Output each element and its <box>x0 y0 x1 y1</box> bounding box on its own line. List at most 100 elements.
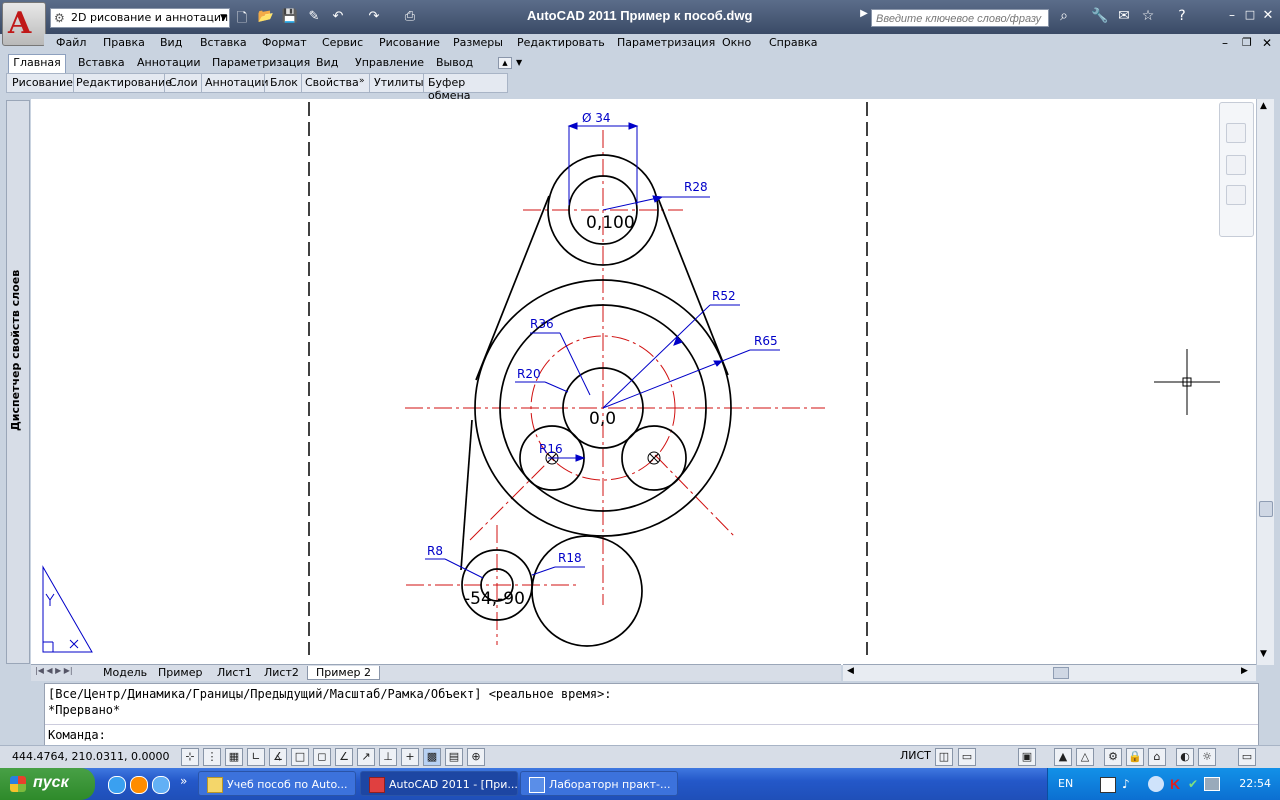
monitor-icon[interactable] <box>1204 777 1220 791</box>
binoculars-icon[interactable]: ⌕ <box>1054 8 1074 24</box>
scroll-up-icon[interactable]: ▲ <box>1260 101 1267 111</box>
transparency-icon[interactable]: ▩ <box>423 748 441 766</box>
infer-constraints-icon[interactable]: ⊹ <box>181 748 199 766</box>
dim-r18[interactable]: R18 <box>558 551 582 565</box>
pan-hand-icon[interactable] <box>1226 155 1246 175</box>
panel-utilities[interactable]: Утилиты <box>374 76 424 89</box>
media-player-icon[interactable] <box>130 776 148 794</box>
close-icon[interactable]: ✕ <box>1258 8 1278 23</box>
dim-diameter-34[interactable]: Ø 34 <box>582 111 611 125</box>
dim-r52[interactable]: R52 <box>712 289 736 303</box>
panel-modify[interactable]: Редактирование <box>76 76 172 89</box>
scroll-thumb[interactable] <box>1259 501 1273 517</box>
chevron-down-icon[interactable]: ▼ <box>516 55 522 71</box>
snap-mode-icon[interactable]: ⋮ <box>203 748 221 766</box>
quick-launch-expand-icon[interactable]: » <box>180 774 187 788</box>
tab-manage[interactable]: Управление <box>355 55 424 71</box>
otrack-icon[interactable]: ∠ <box>335 748 353 766</box>
save-icon[interactable]: 💾 <box>280 9 300 24</box>
help-tray-icon[interactable] <box>1100 777 1116 793</box>
hardware-acceleration-icon[interactable]: ⌂ <box>1148 748 1166 766</box>
quick-view-layouts-icon[interactable]: ◫ <box>935 748 953 766</box>
dynamic-input-icon[interactable]: ⊥ <box>379 748 397 766</box>
menu-window[interactable]: Окно <box>722 36 751 49</box>
doc-minimize-icon[interactable]: – <box>1222 36 1228 50</box>
tray-expand-icon[interactable] <box>1148 776 1164 792</box>
panel-properties[interactable]: Свойства <box>305 76 359 89</box>
point-label-top[interactable]: 0,100 <box>586 213 635 233</box>
object-snap-icon[interactable]: □ <box>291 748 309 766</box>
command-prompt[interactable]: Команда: <box>48 728 106 742</box>
browser-icon[interactable] <box>152 776 170 794</box>
tab-home[interactable]: Главная <box>8 54 66 73</box>
favorites-star-icon[interactable]: ☆ <box>1138 8 1158 24</box>
ortho-mode-icon[interactable]: ∟ <box>247 748 265 766</box>
wrench-icon[interactable]: 🔧 <box>1090 8 1110 24</box>
menu-file[interactable]: Файл <box>56 36 86 49</box>
annotation-visibility-icon[interactable]: △ <box>1076 748 1094 766</box>
maximize-viewport-icon[interactable]: ▣ <box>1018 748 1036 766</box>
lineweight-icon[interactable]: + <box>401 748 419 766</box>
menu-insert[interactable]: Вставка <box>200 36 247 49</box>
menu-view[interactable]: Вид <box>160 36 182 49</box>
panel-block[interactable]: Блок <box>270 76 298 89</box>
dim-r16[interactable]: R16 <box>539 442 563 456</box>
ducs-icon[interactable]: ↗ <box>357 748 375 766</box>
undo-icon[interactable]: ↶ <box>328 9 348 24</box>
tab-nav-first-icon[interactable]: |◀ ◀ ▶ ▶| <box>35 666 73 675</box>
workspace-switching-icon[interactable]: ⚙ <box>1104 748 1122 766</box>
vertical-scrollbar[interactable]: ▲ ▼ <box>1256 99 1274 665</box>
lock-ui-icon[interactable]: 🔒 <box>1126 748 1144 766</box>
tab-insert[interactable]: Вставка <box>78 55 125 71</box>
tab-view[interactable]: Вид <box>316 55 338 71</box>
layout-tab-sheet1[interactable]: Лист1 <box>217 666 252 679</box>
help-icon[interactable]: ? <box>1172 8 1192 24</box>
ribbon-toggle-icon[interactable]: ▲ <box>498 57 512 69</box>
isolate-objects-icon[interactable]: ◐ <box>1176 748 1194 766</box>
steering-wheel-icon[interactable] <box>1226 123 1246 143</box>
zoom-icon[interactable] <box>1226 185 1246 205</box>
polar-tracking-icon[interactable]: ∡ <box>269 748 287 766</box>
menu-format[interactable]: Формат <box>262 36 307 49</box>
menu-parametric[interactable]: Параметризация <box>617 36 715 49</box>
lightbulb-icon[interactable]: ☼ <box>1198 748 1216 766</box>
paper-space-toggle[interactable]: ЛИСТ <box>900 749 931 762</box>
quick-view-drawings-icon[interactable]: ▭ <box>958 748 976 766</box>
doc-restore-icon[interactable]: ❐ <box>1242 36 1252 49</box>
ie-icon[interactable] <box>108 776 126 794</box>
layout-tab-example[interactable]: Пример <box>158 666 202 679</box>
drawing-canvas[interactable]: Ø 34 R28 R52 R65 R36 R20 R16 R8 R18 0,10… <box>31 99 1257 665</box>
coordinates-readout[interactable]: 444.4764, 210.0311, 0.0000 <box>12 750 169 763</box>
language-indicator[interactable]: EN <box>1058 777 1073 790</box>
start-button[interactable]: пуск <box>0 768 95 800</box>
panel-annotation[interactable]: Аннотации <box>205 76 269 89</box>
redo-icon[interactable]: ↷ <box>364 9 384 24</box>
taskbar-button-autocad[interactable]: AutoCAD 2011 - [При... <box>360 771 518 796</box>
communication-icon[interactable]: ✉ <box>1114 8 1134 24</box>
antivirus-icon[interactable]: K <box>1170 776 1180 792</box>
clean-screen-icon[interactable]: ▭ <box>1238 748 1256 766</box>
horizontal-scrollbar[interactable]: ◀ ▶ <box>843 664 1256 681</box>
application-menu-button[interactable]: A <box>2 2 46 46</box>
quick-properties-icon[interactable]: ▤ <box>445 748 463 766</box>
dim-r36[interactable]: R36 <box>530 317 554 331</box>
dim-r65[interactable]: R65 <box>754 334 778 348</box>
grid-display-icon[interactable]: ▦ <box>225 748 243 766</box>
scroll-down-icon[interactable]: ▼ <box>1260 649 1267 659</box>
doc-close-icon[interactable]: ✕ <box>1262 36 1272 50</box>
dim-r8[interactable]: R8 <box>427 544 443 558</box>
print-icon[interactable]: ⎙ <box>400 9 420 24</box>
layout-tab-example2-active[interactable]: Пример 2 <box>307 666 380 680</box>
menu-tools[interactable]: Сервис <box>322 36 363 49</box>
point-label-left[interactable]: -54,-90 <box>464 589 525 609</box>
workspace-switcher[interactable]: ⚙ 2D рисование и аннотации ▼ <box>50 8 230 28</box>
new-file-icon[interactable]: 🗋 <box>232 9 252 31</box>
search-input[interactable]: Введите ключевое слово/фразу <box>871 9 1049 27</box>
menu-draw[interactable]: Рисование <box>379 36 440 49</box>
hscroll-thumb[interactable] <box>1053 667 1069 679</box>
tab-parametric[interactable]: Параметризация <box>212 55 310 71</box>
panel-draw[interactable]: Рисование <box>12 76 73 89</box>
command-window[interactable]: [Все/Центр/Динамика/Границы/Предыдущий/М… <box>44 683 1259 747</box>
point-label-origin[interactable]: 0,0 <box>589 409 616 429</box>
volume-icon[interactable]: ♪ <box>1122 777 1130 791</box>
